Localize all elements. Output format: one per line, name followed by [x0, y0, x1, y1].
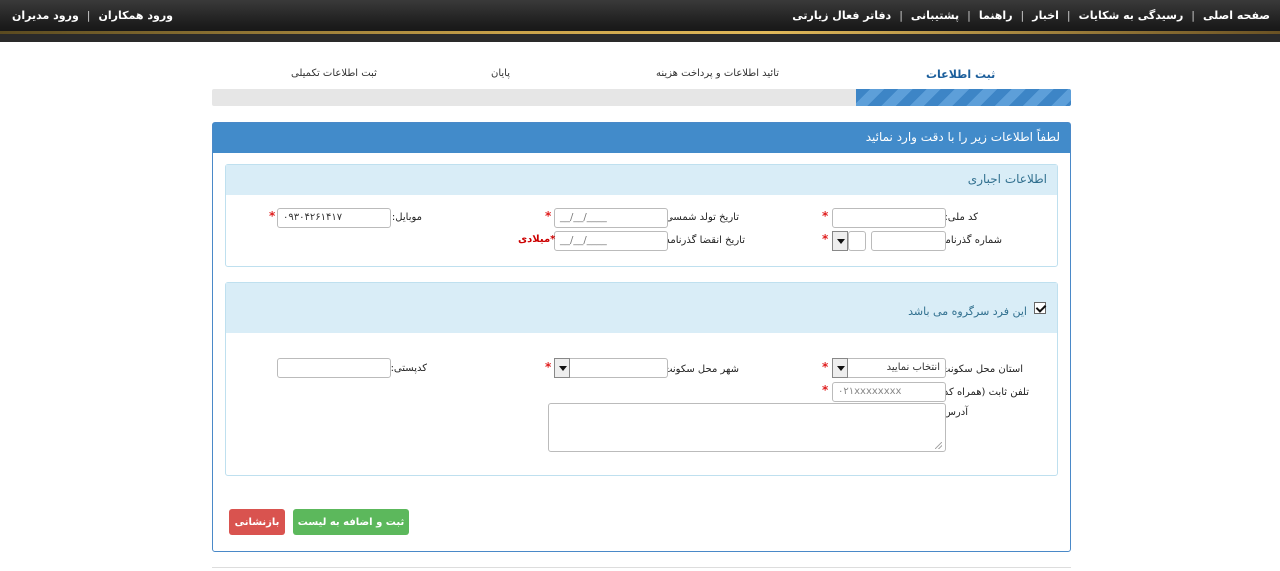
top-navbar: صفحه اصلی | رسیدگی به شکایات | اخبار | ر…: [0, 0, 1280, 42]
passport-number-input[interactable]: [871, 231, 946, 251]
main-nav: صفحه اصلی | رسیدگی به شکایات | اخبار | ر…: [792, 9, 1270, 22]
required-mark: *: [545, 209, 552, 223]
phone-label: تلفن ثابت (همراه کد):: [936, 387, 1029, 398]
required-mark: *: [822, 209, 829, 223]
phone-input[interactable]: ۰۲۱xxxxxxxx: [832, 382, 946, 402]
chevron-down-icon[interactable]: [832, 231, 848, 251]
mandatory-box-title: اطلاعات اجباری: [967, 172, 1047, 186]
national-code-input[interactable]: [832, 208, 946, 228]
mobile-input[interactable]: ۰۹۳۰۴۲۶۱۴۱۷: [277, 208, 391, 228]
group-head-checkbox[interactable]: [1034, 302, 1046, 314]
postal-code-label: کدپستی:: [390, 363, 427, 374]
progress-bar: [212, 89, 1071, 106]
navbar-bottom-shade: [0, 34, 1280, 42]
address-textarea[interactable]: [548, 403, 946, 452]
nav-news[interactable]: اخبار: [1032, 9, 1059, 22]
passport-type-select[interactable]: [848, 231, 866, 251]
required-mark: *: [545, 360, 552, 374]
nav-admins-login[interactable]: ورود مدیران: [12, 9, 79, 22]
nav-separator: |: [1066, 9, 1071, 22]
required-mark: *: [822, 383, 829, 397]
step-register: ثبت اطلاعات: [926, 68, 996, 81]
miladi-note: *میلادی: [518, 234, 556, 245]
resize-handle-icon[interactable]: [935, 442, 942, 449]
birth-date-label: تاریخ تولد شمسی:: [661, 212, 739, 223]
required-mark: *: [822, 232, 829, 246]
mandatory-info-box: اطلاعات اجباری کد ملی: * شماره گذرنامه: …: [225, 164, 1058, 267]
province-label: استان محل سکونت:: [937, 364, 1023, 375]
nav-active-offices[interactable]: دفاتر فعال زیارتی: [792, 9, 891, 22]
nav-separator: |: [967, 9, 971, 22]
nav-guide[interactable]: راهنما: [979, 9, 1013, 22]
nav-partners-login[interactable]: ورود همکاران: [99, 9, 174, 22]
nav-separator: |: [1191, 9, 1195, 22]
passport-expiry-input[interactable]: __/__/____: [554, 231, 668, 251]
mandatory-box-header: اطلاعات اجباری: [226, 165, 1057, 195]
city-label: شهر محل سکونت:: [659, 364, 739, 375]
residence-info-box: این فرد سرگروه می باشد استان محل سکونت: …: [225, 282, 1058, 476]
birth-date-input[interactable]: __/__/____: [554, 208, 668, 228]
group-head-checkbox-label: این فرد سرگروه می باشد: [908, 305, 1027, 318]
panel-header: لطفاً اطلاعات زیر را با دقت وارد نمائید: [213, 123, 1070, 153]
nav-separator: |: [899, 9, 903, 22]
national-code-label: کد ملی:: [944, 212, 978, 223]
reset-button[interactable]: بازنشانی: [229, 509, 285, 535]
nav-separator: |: [1020, 9, 1025, 22]
city-select[interactable]: [554, 358, 668, 378]
footer-divider: [212, 567, 1071, 568]
required-mark: *: [269, 209, 276, 223]
login-nav: ورود همکاران | ورود مدیران: [12, 9, 173, 22]
passport-expiry-label: تاریخ انقضا گذرنامه:: [661, 235, 745, 246]
step-confirm-pay: تائید اطلاعات و پرداخت هزینه: [656, 68, 780, 79]
passport-label: شماره گذرنامه:: [936, 235, 1002, 246]
nav-home[interactable]: صفحه اصلی: [1203, 9, 1270, 22]
province-select[interactable]: انتخاب نمایید: [832, 358, 946, 378]
registration-panel: لطفاً اطلاعات زیر را با دقت وارد نمائید …: [212, 122, 1071, 552]
chevron-down-icon[interactable]: [554, 358, 570, 378]
nav-support[interactable]: پشتیبانی: [911, 9, 959, 22]
panel-title: لطفاً اطلاعات زیر را با دقت وارد نمائید: [865, 130, 1060, 144]
chevron-down-icon[interactable]: [832, 358, 848, 378]
submit-add-button[interactable]: ثبت و اضافه به لیست: [293, 509, 409, 535]
nav-complaints[interactable]: رسیدگی به شکایات: [1079, 9, 1184, 22]
mobile-label: موبایل:: [391, 212, 422, 223]
step-finish: پایان: [491, 68, 511, 79]
progress-fill: [856, 89, 1071, 106]
nav-separator: |: [86, 9, 91, 22]
required-mark: *: [822, 360, 829, 374]
step-additional-info: ثبت اطلاعات تکمیلی: [291, 68, 377, 79]
postal-code-input[interactable]: [277, 358, 391, 378]
